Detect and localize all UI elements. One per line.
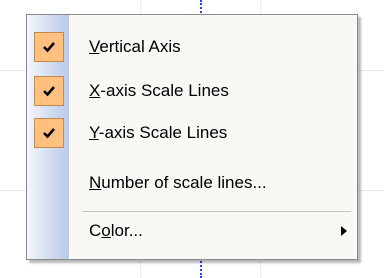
menu-item-y-axis-scale-lines[interactable]: Y-axis Scale Lines: [27, 116, 357, 150]
menu-item-number-of-scale-lines[interactable]: Number of scale lines...: [27, 166, 357, 200]
check-icon: [34, 32, 64, 62]
context-menu: Vertical Axis X-axis Scale Lines Y-axis …: [26, 14, 358, 260]
menu-item-x-axis-scale-lines[interactable]: X-axis Scale Lines: [27, 74, 357, 108]
check-icon: [34, 118, 64, 148]
menu-item-label: X-axis Scale Lines: [89, 81, 229, 100]
vertical-axis-line: [200, 258, 202, 278]
menu-item-label: Y-axis Scale Lines: [89, 123, 228, 142]
menu-item-vertical-axis[interactable]: Vertical Axis: [27, 30, 357, 64]
menu-separator: [82, 211, 351, 212]
check-icon: [34, 76, 64, 106]
menu-item-label: Number of scale lines...: [89, 173, 267, 192]
menu-item-label: Vertical Axis: [89, 37, 181, 56]
chevron-right-icon: [341, 226, 347, 236]
menu-item-label: Color...: [89, 221, 143, 240]
menu-item-color[interactable]: Color...: [27, 214, 357, 248]
